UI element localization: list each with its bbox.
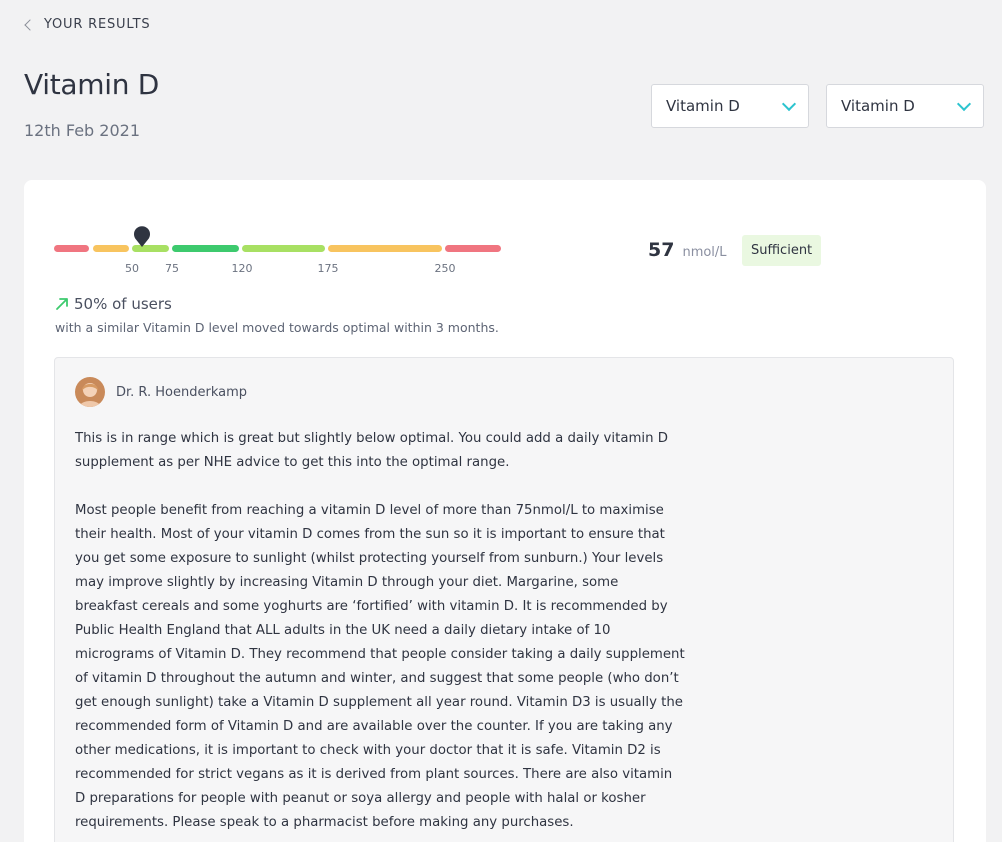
chevron-down-icon bbox=[956, 96, 972, 111]
status-badge: Sufficient bbox=[742, 235, 822, 266]
result-date: 12th Feb 2021 bbox=[24, 121, 140, 140]
result-value: 57 bbox=[648, 239, 675, 261]
advice-text: This is in range which is great but slig… bbox=[75, 427, 685, 842]
result-reading: 57 nmol/L bbox=[648, 239, 727, 261]
range-segment-sufficient-high bbox=[242, 245, 325, 252]
chevron-left-icon bbox=[24, 19, 36, 31]
range-segment-low bbox=[54, 245, 89, 252]
result-card: 50 75 120 175 250 57 nmol/L Sufficient 5… bbox=[24, 180, 986, 842]
advice-paragraph: Most people benefit from reaching a vita… bbox=[75, 503, 685, 830]
range-tick: 120 bbox=[231, 262, 253, 275]
results-page: YOUR RESULTS Vitamin D 12th Feb 2021 Vit… bbox=[0, 0, 1002, 842]
range-tick: 250 bbox=[434, 262, 456, 275]
back-link-label: YOUR RESULTS bbox=[44, 17, 151, 32]
range-bar bbox=[54, 245, 504, 255]
arrow-up-right-icon bbox=[56, 298, 68, 310]
range-tick: 75 bbox=[165, 262, 179, 275]
trend-label: 50% of users bbox=[74, 295, 172, 313]
range-tick: 50 bbox=[125, 262, 139, 275]
select-value: Vitamin D bbox=[666, 97, 740, 115]
biomarker-select-2[interactable]: Vitamin D bbox=[826, 84, 984, 128]
doctor-info: Dr. R. Hoenderkamp bbox=[75, 377, 247, 407]
range-segment-optimal bbox=[172, 245, 239, 252]
select-value: Vitamin D bbox=[841, 97, 915, 115]
trend-stat: 50% of users bbox=[55, 295, 172, 313]
range-segment-below bbox=[93, 245, 129, 252]
back-to-results-link[interactable]: YOUR RESULTS bbox=[24, 17, 151, 32]
doctor-advice-panel: Dr. R. Hoenderkamp This is in range whic… bbox=[54, 357, 954, 842]
biomarker-select-1[interactable]: Vitamin D bbox=[651, 84, 809, 128]
page-title: Vitamin D bbox=[24, 68, 160, 101]
trend-description: with a similar Vitamin D level moved tow… bbox=[55, 320, 499, 335]
range-tick: 175 bbox=[317, 262, 339, 275]
advice-paragraph: This is in range which is great but slig… bbox=[75, 431, 669, 470]
range-segment-high bbox=[445, 245, 501, 252]
chevron-down-icon bbox=[781, 96, 797, 111]
range-segment-above bbox=[328, 245, 442, 252]
avatar bbox=[75, 377, 105, 407]
value-marker-icon bbox=[134, 226, 150, 247]
result-unit: nmol/L bbox=[682, 245, 727, 260]
doctor-name: Dr. R. Hoenderkamp bbox=[116, 384, 248, 400]
